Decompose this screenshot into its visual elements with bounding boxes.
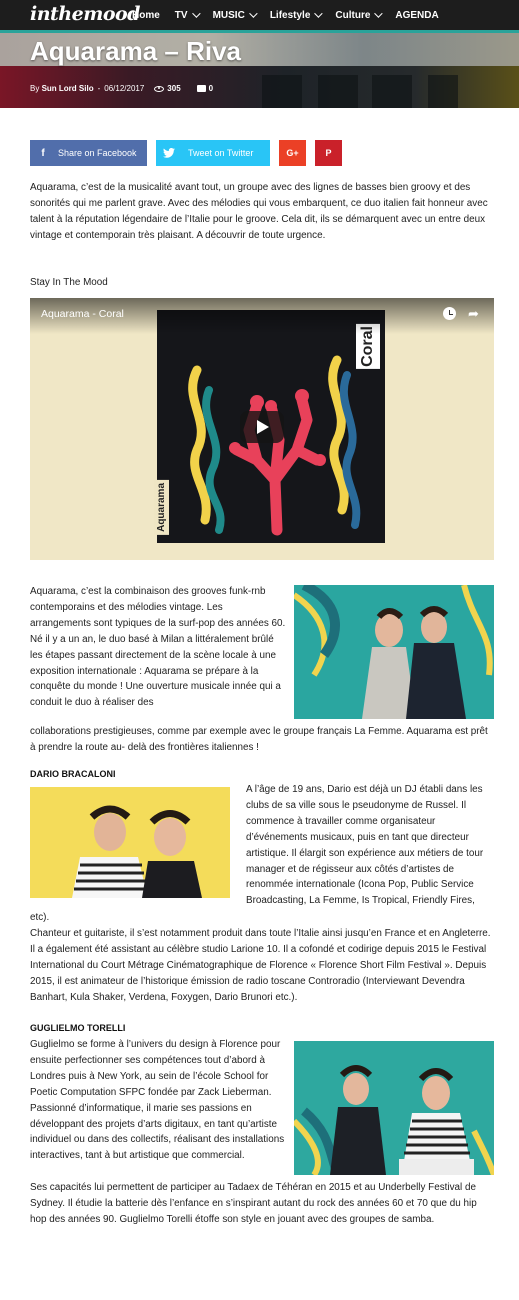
- chevron-down-icon: [374, 9, 384, 18]
- aquarama-paragraph: Aquarama, c’est la combinaison des groov…: [30, 586, 286, 709]
- hero-window-shape: [372, 75, 412, 108]
- share-arrow-icon[interactable]: ➦: [468, 306, 479, 322]
- top-navbar: inthemood Home TV MUSIC Lifestyle Cultur…: [0, 0, 519, 30]
- video-embed[interactable]: Coral Aquarama Aquarama - Coral ➦: [30, 298, 494, 560]
- site-logo[interactable]: inthemood: [30, 3, 140, 25]
- guglielmo-paragraph-2: Ses capacités lui permettent de particip…: [30, 1182, 477, 1225]
- byline-prefix: By: [30, 84, 40, 93]
- guglielmo-photo: [294, 1041, 494, 1175]
- nav-item-label: Lifestyle: [269, 9, 311, 21]
- googleplus-icon: G+: [286, 148, 299, 158]
- nav-item-tv[interactable]: TV: [174, 9, 201, 21]
- hero-window-shape: [318, 75, 358, 108]
- view-count: 305: [167, 84, 181, 93]
- share-twitter-label: Tweet on Twitter: [188, 148, 254, 158]
- dario-heading: DARIO BRACALONI: [30, 769, 116, 779]
- nav-item-label: AGENDA: [395, 9, 439, 21]
- author-link[interactable]: Sun Lord Silo: [42, 84, 94, 93]
- nav-item-home[interactable]: Home: [132, 10, 160, 21]
- publish-date: 06/12/2017: [104, 84, 145, 93]
- video-title[interactable]: Aquarama - Coral: [41, 308, 124, 320]
- nav-item-lifestyle[interactable]: Lifestyle: [269, 9, 324, 21]
- play-button[interactable]: [240, 411, 284, 443]
- share-googleplus-button[interactable]: G+: [279, 140, 306, 166]
- twitter-icon: [156, 140, 182, 166]
- comment-icon: [196, 85, 206, 92]
- chevron-down-icon: [248, 9, 258, 18]
- stay-in-the-mood-text: Stay In The Mood: [30, 277, 108, 288]
- hero-window-shape: [428, 75, 458, 108]
- chevron-down-icon: [314, 9, 324, 18]
- share-facebook-button[interactable]: f Share on Facebook: [30, 140, 147, 166]
- share-facebook-label: Share on Facebook: [58, 148, 137, 158]
- chevron-down-icon: [191, 9, 201, 18]
- main-nav: Home TV MUSIC Lifestyle Culture AGENDA: [132, 0, 454, 30]
- nav-item-music[interactable]: MUSIC: [212, 9, 258, 21]
- pinterest-icon: P: [325, 148, 332, 158]
- dario-paragraph-2: Chanteur et guitariste, il s’est notamme…: [30, 928, 491, 1003]
- guglielmo-paragraph-1: Guglielmo se forme à l’univers du design…: [30, 1039, 285, 1162]
- band-photo-1: [294, 585, 494, 719]
- nav-item-label: TV: [174, 9, 188, 21]
- hero-window-shape: [262, 75, 302, 108]
- watch-later-icon[interactable]: [443, 307, 456, 320]
- article-meta: By Sun Lord Silo - 06/12/2017 305 0: [30, 84, 213, 93]
- meta-separator: -: [97, 84, 101, 93]
- intro-paragraph: Aquarama, c’est de la musicalité avant t…: [30, 182, 488, 241]
- nav-item-agenda[interactable]: AGENDA: [395, 10, 438, 21]
- eye-icon: [154, 85, 165, 92]
- nav-item-culture[interactable]: Culture: [335, 9, 384, 21]
- nav-item-label: Culture: [335, 9, 371, 21]
- comment-count[interactable]: 0: [209, 84, 213, 93]
- share-twitter-button[interactable]: Tweet on Twitter: [156, 140, 270, 166]
- dario-paragraph-1-continued: etc).: [30, 912, 50, 923]
- dario-paragraph-1: A l’âge de 19 ans, Dario est déjà un DJ …: [246, 784, 484, 907]
- dario-photo: [30, 787, 230, 898]
- aquarama-paragraph-continued: collaborations prestigieuses, comme par …: [30, 726, 488, 753]
- nav-item-label: Home: [132, 9, 160, 21]
- cover-artist: Aquarama: [154, 480, 169, 535]
- facebook-icon: f: [41, 147, 45, 159]
- guglielmo-heading: GUGLIELMO TORELLI: [30, 1023, 126, 1033]
- share-pinterest-button[interactable]: P: [315, 140, 342, 166]
- nav-item-label: MUSIC: [212, 9, 245, 21]
- article-title: Aquarama – Riva: [30, 36, 241, 66]
